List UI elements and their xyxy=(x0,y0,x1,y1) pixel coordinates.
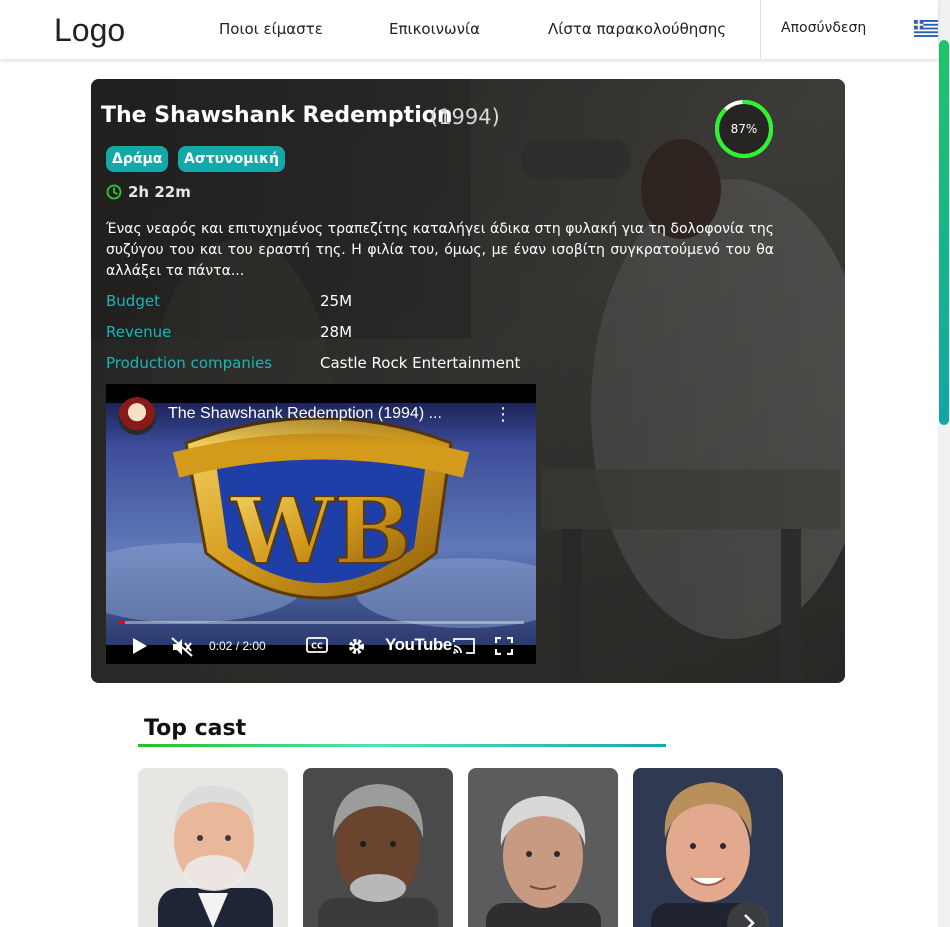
chevron-right-icon xyxy=(744,914,755,927)
video-title[interactable]: The Shawshank Redemption (1994) ... xyxy=(168,405,442,423)
top-cast-heading: Top cast xyxy=(144,716,247,741)
play-icon[interactable] xyxy=(132,637,148,655)
nav-watchlist-link[interactable]: Λίστα παρακολούθησης xyxy=(548,20,726,38)
captions-icon[interactable]: CC xyxy=(306,637,328,653)
trailer-video-player[interactable]: WB The Shawshank Redemption (1994) ... ⋮ xyxy=(106,384,536,664)
clock-icon xyxy=(106,184,122,200)
budget-value: 25M xyxy=(320,292,353,310)
cast-photo-3 xyxy=(468,768,618,927)
user-score-ring: 87% xyxy=(713,98,775,160)
video-progress-fill xyxy=(118,621,125,624)
revenue-value: 28M xyxy=(320,323,353,341)
svg-text:CC: CC xyxy=(311,642,323,651)
runtime-text: 2h 22m xyxy=(128,183,191,201)
movie-details-page: Logo Ποιοι είμαστε Επικοινωνία Λίστα παρ… xyxy=(0,0,950,927)
video-time: 0:02 / 2:00 xyxy=(209,639,266,653)
genre-badge-drama[interactable]: Δράμα xyxy=(106,146,169,172)
svg-text:WB: WB xyxy=(229,477,411,585)
user-score-label: 87% xyxy=(730,122,758,136)
movie-year: (1994) xyxy=(430,105,500,129)
cast-photo-1 xyxy=(138,768,288,927)
channel-avatar[interactable] xyxy=(118,397,156,435)
cast-card[interactable] xyxy=(303,768,453,927)
youtube-logo[interactable]: YouTube xyxy=(385,635,452,655)
video-progress-bar[interactable] xyxy=(118,621,524,624)
top-cast-underline xyxy=(138,744,666,747)
production-companies-value: Castle Rock Entertainment xyxy=(320,354,521,372)
cast-photo-2 xyxy=(303,768,453,927)
video-controls: 0:02 / 2:00 CC YouTube xyxy=(106,627,536,664)
nav-contact-link[interactable]: Επικοινωνία xyxy=(389,20,480,38)
top-navbar: Logo Ποιοι είμαστε Επικοινωνία Λίστα παρ… xyxy=(0,0,938,59)
budget-label: Budget xyxy=(106,292,160,310)
site-logo[interactable]: Logo xyxy=(54,12,125,49)
runtime: 2h 22m xyxy=(106,183,191,201)
nav-about-link[interactable]: Ποιοι είμαστε xyxy=(219,20,323,38)
movie-hero-card: The Shawshank Redemption (1994) 87% Δράμ… xyxy=(91,79,845,683)
page-scrollbar[interactable] xyxy=(938,0,950,927)
cast-icon[interactable] xyxy=(452,637,476,655)
greek-flag-icon[interactable] xyxy=(914,20,938,37)
revenue-label: Revenue xyxy=(106,323,172,341)
cast-card[interactable] xyxy=(138,768,288,927)
movie-title: The Shawshank Redemption xyxy=(101,103,453,128)
movie-overview: Ένας νεαρός και επιτυχημένος τραπεζίτης … xyxy=(106,221,774,279)
header-divider xyxy=(760,0,761,59)
cast-card[interactable] xyxy=(468,768,618,927)
fullscreen-icon[interactable] xyxy=(495,637,513,655)
scrollbar-thumb[interactable] xyxy=(939,40,949,425)
genre-badge-crime[interactable]: Αστυνομική xyxy=(178,146,285,172)
cast-next-button[interactable] xyxy=(727,902,769,927)
logout-button[interactable]: Αποσύνδεση xyxy=(781,20,866,36)
video-more-icon[interactable]: ⋮ xyxy=(494,406,512,424)
settings-gear-icon[interactable] xyxy=(347,637,366,656)
mute-icon[interactable] xyxy=(171,637,193,657)
production-companies-label: Production companies xyxy=(106,354,273,372)
